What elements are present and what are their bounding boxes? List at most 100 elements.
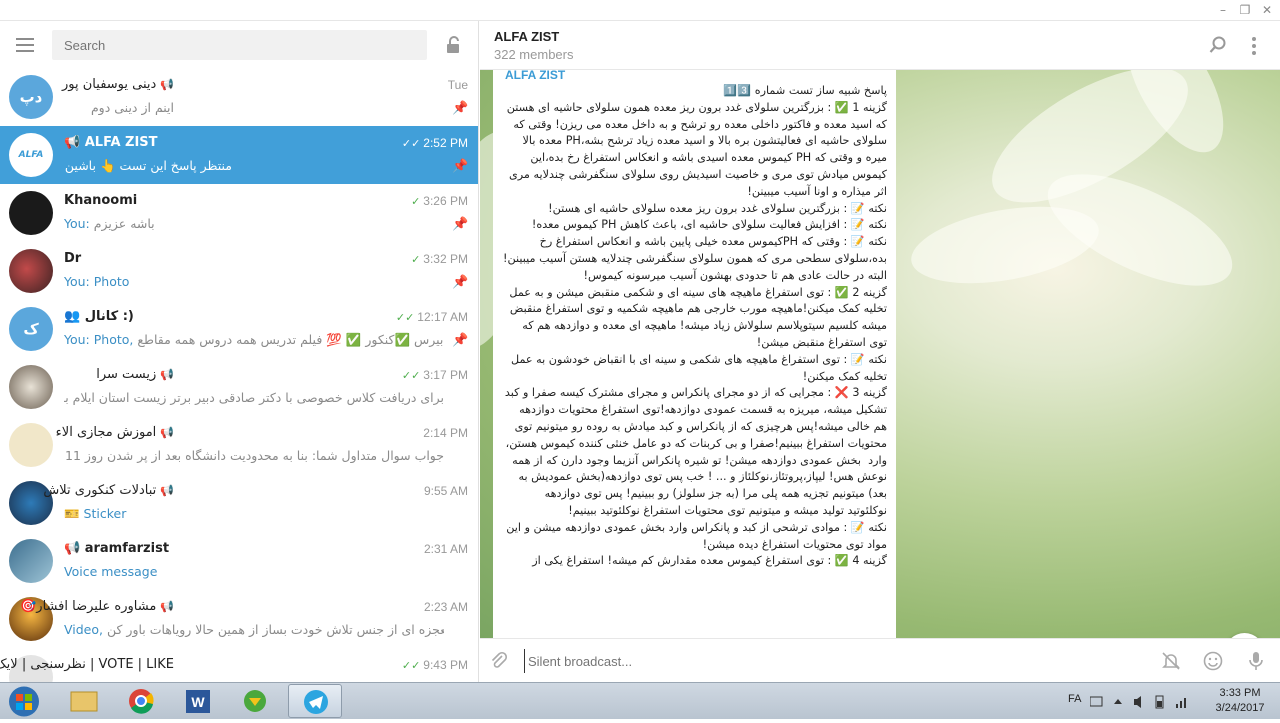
chat-background: ALFA ZIST پاسخ شبیه ساز تست شماره 1️⃣3️⃣… <box>480 70 1280 638</box>
pin-icon: 📌 <box>452 101 469 116</box>
double-check-icon: ✓✓ <box>401 138 421 150</box>
chat-preview: منتظر پاسخ این تست 👆 باشین <box>64 158 232 173</box>
chat-item[interactable]: 📢مشاوره علیرضا افشار🎯 2:23 AM Video, امس… <box>0 590 478 648</box>
double-check-icon: ✓✓ <box>401 370 421 382</box>
chat-time: ✓✓ 12:17 AM <box>395 310 468 324</box>
conversation-panel: ALFA ZIST 322 members ALFA ZIST پاسخ شبی… <box>480 21 1280 682</box>
tray-icons[interactable] <box>1090 695 1200 709</box>
message-sender[interactable]: ALFA ZIST <box>505 70 565 82</box>
chat-preview: اینم از دینی دوم <box>90 100 174 115</box>
megaphone-icon: 📢 <box>64 541 85 556</box>
clock-time[interactable]: 3:33 PM <box>1212 687 1268 699</box>
chat-name: 📢زیست سرا <box>96 367 174 382</box>
more-options-icon[interactable] <box>1252 37 1258 55</box>
hamburger-menu-icon[interactable] <box>16 38 34 52</box>
chat-time: 2:14 PM <box>423 426 468 440</box>
chat-name: 📢آموزش مجازی آلاء <box>55 425 174 440</box>
chat-name: 📢دینی یوسفیان پور <box>62 77 174 92</box>
chat-item[interactable]: 📢 aramfarzist 2:31 AM Voice message <box>0 532 478 590</box>
chat-name: VOTE | LIKE | نظرسنجی | لایک <box>0 657 174 672</box>
avatar: ک <box>9 307 53 351</box>
avatar <box>9 249 53 293</box>
download-manager-icon[interactable] <box>228 684 282 718</box>
chrome-icon[interactable] <box>114 684 168 718</box>
megaphone-icon: 📢 <box>64 135 85 150</box>
group-icon: 👥 <box>64 309 85 324</box>
chat-item[interactable]: 📢تبادلات کنکوری تلاش 9:55 AM 🎫 Sticker <box>0 474 478 532</box>
pin-icon: 📌 <box>452 333 469 348</box>
chat-name: Dr <box>64 251 82 266</box>
check-icon: ✓ <box>411 254 421 266</box>
search-input[interactable] <box>52 30 427 60</box>
chat-name: 📢مشاوره علیرضا افشار🎯 <box>20 599 174 614</box>
pin-icon: 📌 <box>452 217 469 232</box>
avatar <box>9 191 53 235</box>
clock-date[interactable]: 3/24/2017 <box>1212 702 1268 714</box>
avatar: ALFA <box>9 133 53 177</box>
chat-item[interactable]: دپ 📢دینی یوسفیان پور Tue اینم از دینی دو… <box>0 68 478 126</box>
chat-item[interactable]: 📢زیست سرا ✓✓ 3:17 PM برای دریافت کلاس خصو… <box>0 358 478 416</box>
chat-list-panel: دپ 📢دینی یوسفیان پور Tue اینم از دینی دو… <box>0 21 479 682</box>
message-composer <box>480 638 1280 682</box>
chat-name: Khanoomi <box>64 193 138 208</box>
chat-item[interactable]: Dr ✓ 3:32 PM You: Photo 📌 <box>0 242 478 300</box>
chat-time: 2:23 AM <box>423 600 468 614</box>
chat-preview: جواب سوال متداول شما: بنا به محدودیت دان… <box>64 448 444 463</box>
chat-preview: Voice message <box>64 564 158 579</box>
lock-icon[interactable] <box>446 36 462 54</box>
telegram-icon[interactable] <box>288 684 342 718</box>
chat-name: 👥 کانال :) <box>64 309 134 324</box>
attach-icon[interactable] <box>489 651 509 671</box>
double-check-icon: ✓✓ <box>401 660 421 672</box>
megaphone-icon: 📢 <box>160 484 174 497</box>
minimize-button[interactable]: – <box>1214 2 1232 18</box>
window-titlebar: – ❐ ✕ <box>0 0 1280 21</box>
double-check-icon: ✓✓ <box>395 312 415 324</box>
pin-icon: 📌 <box>452 159 469 174</box>
chat-header: ALFA ZIST 322 members <box>480 21 1280 70</box>
silent-bell-icon[interactable] <box>1161 651 1181 671</box>
chat-time: 2:31 AM <box>423 542 468 556</box>
close-button[interactable]: ✕ <box>1258 2 1276 18</box>
chat-item-active[interactable]: ALFA 📢 ALFA ZIST ✓✓ 2:52 PM منتظر پاسخ ای… <box>0 126 478 184</box>
chat-time: ✓ 3:26 PM <box>411 194 468 208</box>
chat-preview: Video, امس معجزه ای از جنس تلاش خودت بسا… <box>64 622 444 637</box>
os-taskbar: W FA 3:33 PM 3/24/2017 <box>0 682 1280 719</box>
chat-preview: You: Photo, دبیرس ✅کنکور ✅ 💯 فیلم تدریس … <box>64 332 444 347</box>
search-icon[interactable] <box>1209 36 1227 54</box>
chat-preview: 🎫 Sticker <box>64 506 127 521</box>
chat-name: 📢 ALFA ZIST <box>64 135 158 150</box>
sidebar-header <box>0 21 478 68</box>
chat-preview: برای دریافت کلاس خصوصی با دکتر صادقی دبی… <box>64 390 444 405</box>
word-icon[interactable]: W <box>171 684 225 718</box>
chat-time: Tue <box>447 78 468 92</box>
maximize-button[interactable]: ❐ <box>1236 2 1254 18</box>
pin-icon: 📌 <box>452 275 469 290</box>
chat-preview: You: باشه عزیزم <box>64 216 155 231</box>
chat-item[interactable]: Khanoomi ✓ 3:26 PM You: باشه عزیزم 📌 <box>0 184 478 242</box>
member-count: 322 members <box>494 47 574 62</box>
microphone-icon[interactable] <box>1246 651 1266 671</box>
message-text: پاسخ شبیه ساز تست شماره 1️⃣3️⃣ گزینه 1 ✅… <box>501 84 887 568</box>
chat-item[interactable]: ک 👥 کانال :) ✓✓12:17 AM You: Photo, دبیر… <box>0 300 478 358</box>
language-indicator[interactable]: FA <box>1068 693 1081 705</box>
chat-name: 📢تبادلات کنکوری تلاش <box>43 483 174 498</box>
check-icon: ✓ <box>411 196 421 208</box>
chat-time: ✓✓ 3:17 PM <box>401 368 468 382</box>
chat-time: ✓ 3:32 PM <box>411 252 468 266</box>
file-explorer-icon[interactable] <box>57 684 111 718</box>
chat-time: ✓✓ 9:43 PM <box>401 658 468 672</box>
system-tray: FA 3:33 PM 3/24/2017 <box>1064 683 1280 720</box>
avatar <box>9 539 53 583</box>
emoji-icon[interactable] <box>1203 651 1223 671</box>
chat-name: 📢 aramfarzist <box>64 541 170 556</box>
chat-item[interactable]: VOTE | LIKE | نظرسنجی | لایک ✓✓ 9:43 PM <box>0 648 478 682</box>
chat-preview: You: Photo <box>64 274 130 289</box>
windows-start-icon[interactable] <box>4 685 44 718</box>
megaphone-icon: 📢 <box>160 368 174 381</box>
chat-item[interactable]: 📢آموزش مجازی آلاء 2:14 PM جواب سوال متدا… <box>0 416 478 474</box>
message-input[interactable] <box>524 649 1104 673</box>
svg-text:W: W <box>191 694 205 710</box>
chat-title[interactable]: ALFA ZIST <box>494 29 559 44</box>
megaphone-icon: 📢 <box>160 426 174 439</box>
